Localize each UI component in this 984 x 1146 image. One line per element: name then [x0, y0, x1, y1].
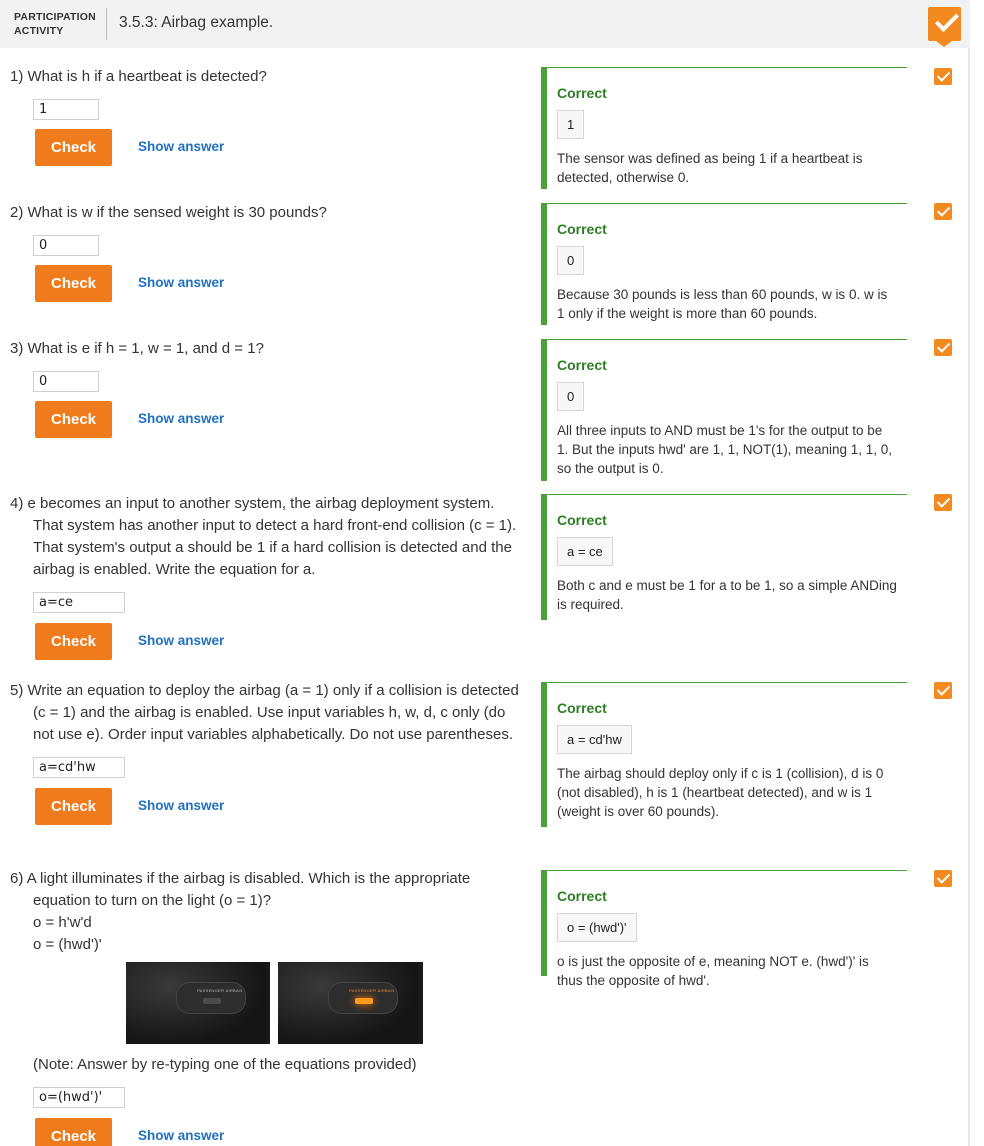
show-answer-link[interactable]: Show answer	[138, 798, 224, 813]
answer-input[interactable]	[33, 757, 125, 778]
question-text: 3) What is e if h = 1, w = 1, and d = 1?	[10, 338, 530, 360]
question-text: 4) e becomes an input to another system,…	[10, 493, 520, 581]
question-complete-check-icon	[934, 682, 952, 699]
feedback-answer: 0	[557, 246, 585, 275]
question-6: 6) A light illuminates if the airbag is …	[10, 868, 520, 1146]
question-prompt: A light illuminates if the airbag is dis…	[26, 870, 471, 909]
check-button[interactable]: Check	[35, 265, 112, 302]
completion-check-icon	[928, 7, 961, 47]
option-1: o = h'w'd	[33, 914, 92, 931]
question-prompt: What is w if the sensed weight is 30 pou…	[27, 204, 327, 221]
feedback-status: Correct	[557, 85, 607, 101]
feedback-answer: o = (hwd')'	[557, 913, 637, 942]
check-button[interactable]: Check	[35, 401, 112, 438]
question-text: 6) A light illuminates if the airbag is …	[10, 868, 520, 912]
feedback-status: Correct	[557, 221, 607, 237]
question-complete-check-icon	[934, 494, 952, 511]
header-divider	[106, 8, 107, 40]
show-answer-link[interactable]: Show answer	[138, 633, 224, 648]
feedback-4: Correct a = ce Both c and e must be 1 fo…	[541, 494, 907, 620]
feedback-6: Correct o = (hwd')' o is just the opposi…	[541, 870, 907, 988]
question-number: 1)	[10, 68, 24, 85]
airbag-indicator-panel: PASSENGER AIRBAG	[328, 982, 398, 1014]
feedback-answer: 1	[557, 110, 585, 139]
question-prompt: e becomes an input to another system, th…	[27, 495, 517, 578]
question-prompt: What is e if h = 1, w = 1, and d = 1?	[27, 340, 264, 357]
question-actions: Check Show answer	[35, 401, 530, 439]
feedback-status: Correct	[557, 512, 607, 528]
answer-input[interactable]	[33, 371, 99, 392]
show-answer-link[interactable]: Show answer	[138, 275, 224, 290]
feedback-explanation: o is just the opposite of e, meaning NOT…	[557, 954, 869, 988]
question-actions: Check Show answer	[35, 788, 520, 826]
show-answer-link[interactable]: Show answer	[138, 1128, 224, 1143]
activity-header: PARTICIPATION ACTIVITY 3.5.3: Airbag exa…	[0, 0, 970, 48]
activity-type-label: PARTICIPATION ACTIVITY	[14, 10, 96, 38]
feedback-explanation: The sensor was defined as being 1 if a h…	[557, 151, 863, 185]
check-button[interactable]: Check	[35, 129, 112, 166]
question-complete-check-icon	[934, 68, 952, 85]
airbag-light-off-photo: PASSENGER AIRBAG	[126, 962, 270, 1044]
question-note: (Note: Answer by re-typing one of the eq…	[33, 1056, 417, 1073]
feedback-answer: 0	[557, 382, 585, 411]
check-button[interactable]: Check	[35, 788, 112, 825]
answer-input[interactable]	[33, 235, 99, 256]
answer-input[interactable]	[33, 99, 99, 120]
feedback-3: Correct 0 All three inputs to AND must b…	[541, 339, 907, 481]
indicator-lamp	[203, 998, 221, 1004]
feedback-1: Correct 1 The sensor was defined as bein…	[541, 67, 907, 189]
indicator-label: PASSENGER AIRBAG	[349, 988, 395, 993]
participation-activity: PARTICIPATION ACTIVITY 3.5.3: Airbag exa…	[0, 0, 970, 1146]
question-actions: Check Show answer	[35, 129, 530, 167]
airbag-indicator-panel: PASSENGER AIRBAG	[176, 982, 246, 1014]
question-actions: Check Show answer	[35, 265, 530, 303]
activity-type-line1: PARTICIPATION	[14, 11, 96, 23]
activity-title: 3.5.3: Airbag example.	[119, 14, 274, 31]
question-complete-check-icon	[934, 339, 952, 356]
feedback-status: Correct	[557, 700, 607, 716]
question-number: 3)	[10, 340, 24, 357]
question-text: 2) What is w if the sensed weight is 30 …	[10, 202, 530, 224]
show-answer-link[interactable]: Show answer	[138, 139, 224, 154]
question-4: 4) e becomes an input to another system,…	[10, 493, 520, 661]
airbag-light-photos: PASSENGER AIRBAG PASSENGER AIRBAG	[10, 962, 520, 1050]
check-button[interactable]: Check	[35, 623, 112, 660]
question-prompt: Write an equation to deploy the airbag (…	[27, 682, 519, 743]
check-button[interactable]: Check	[35, 1118, 112, 1146]
question-text: 1) What is h if a heartbeat is detected?	[10, 66, 530, 88]
question-number: 4)	[10, 495, 24, 512]
question-number: 2)	[10, 204, 24, 221]
activity-type-line2: ACTIVITY	[14, 25, 64, 37]
airbag-light-on-photo: PASSENGER AIRBAG	[278, 962, 423, 1044]
question-text: 5) Write an equation to deploy the airba…	[10, 680, 520, 746]
feedback-explanation: Because 30 pounds is less than 60 pounds…	[557, 287, 888, 321]
question-actions: Check Show answer	[35, 623, 520, 661]
feedback-explanation: The airbag should deploy only if c is 1 …	[557, 766, 884, 819]
answer-input[interactable]	[33, 1087, 125, 1108]
right-divider	[968, 0, 970, 1146]
feedback-5: Correct a = cd'hw The airbag should depl…	[541, 682, 907, 827]
question-prompt: What is h if a heartbeat is detected?	[27, 68, 267, 85]
question-5: 5) Write an equation to deploy the airba…	[10, 680, 520, 826]
question-3: 3) What is e if h = 1, w = 1, and d = 1?…	[10, 338, 530, 439]
indicator-label: PASSENGER AIRBAG	[197, 988, 243, 993]
question-actions: Check Show answer	[35, 1118, 520, 1146]
indicator-lamp	[355, 998, 373, 1004]
question-2: 2) What is w if the sensed weight is 30 …	[10, 202, 530, 303]
feedback-explanation: All three inputs to AND must be 1's for …	[557, 423, 893, 476]
question-number: 5)	[10, 682, 24, 699]
option-2: o = (hwd')'	[33, 936, 102, 953]
feedback-status: Correct	[557, 888, 607, 904]
feedback-answer: a = cd'hw	[557, 725, 632, 754]
question-complete-check-icon	[934, 870, 952, 887]
feedback-2: Correct 0 Because 30 pounds is less than…	[541, 203, 907, 325]
feedback-status: Correct	[557, 357, 607, 373]
show-answer-link[interactable]: Show answer	[138, 411, 224, 426]
question-number: 6)	[10, 870, 24, 887]
question-complete-check-icon	[934, 203, 952, 220]
question-1: 1) What is h if a heartbeat is detected?…	[10, 66, 530, 167]
feedback-answer: a = ce	[557, 537, 613, 566]
answer-input[interactable]	[33, 592, 125, 613]
feedback-explanation: Both c and e must be 1 for a to be 1, so…	[557, 578, 897, 612]
